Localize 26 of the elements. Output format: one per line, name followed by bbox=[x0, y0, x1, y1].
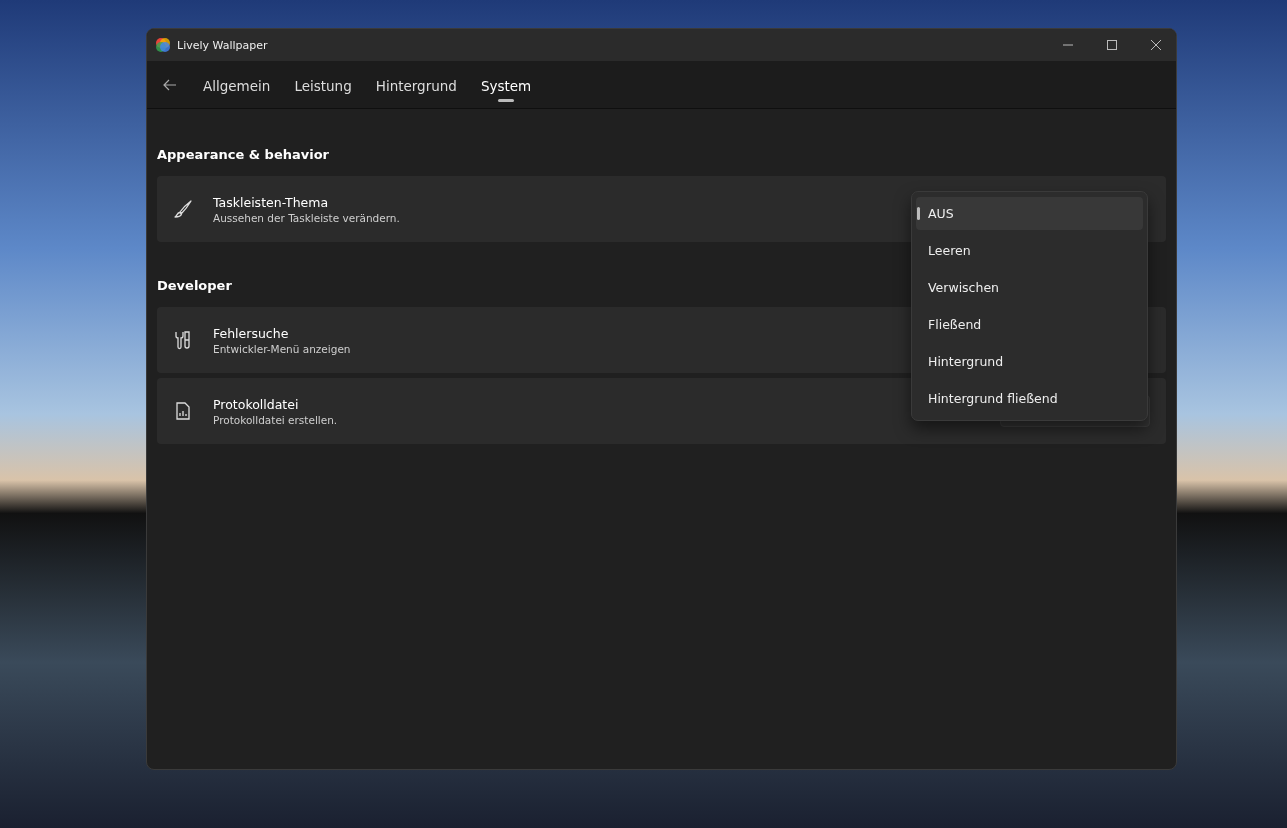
file-chart-icon bbox=[173, 401, 193, 421]
brush-icon bbox=[173, 199, 193, 219]
dropdown-option[interactable]: AUS bbox=[916, 197, 1143, 230]
setting-title: Fehlersuche bbox=[213, 325, 290, 341]
nav-tab[interactable]: Allgemein bbox=[203, 67, 271, 104]
tools-icon bbox=[173, 330, 193, 350]
section-heading: Appearance & behavior bbox=[157, 147, 330, 162]
dropdown-option[interactable]: Hintergrund bbox=[916, 345, 1143, 378]
setting-description: Entwickler-Menü anzeigen bbox=[213, 342, 351, 355]
setting-description: Aussehen der Taskleiste verändern. bbox=[213, 211, 400, 224]
close-icon[interactable] bbox=[1151, 40, 1161, 50]
nav-tab[interactable]: System bbox=[480, 67, 532, 104]
dropdown-option[interactable]: Fließend bbox=[916, 308, 1143, 341]
setting-description: Protokolldatei erstellen. bbox=[213, 413, 338, 426]
dropdown-option[interactable]: Hintergrund fließend bbox=[916, 382, 1143, 415]
dropdown-option[interactable]: Verwischen bbox=[916, 271, 1143, 304]
setting-title: Protokolldatei bbox=[213, 396, 300, 412]
dropdown-option[interactable]: Leeren bbox=[916, 234, 1143, 267]
back-arrow-icon[interactable] bbox=[163, 78, 177, 91]
maximize-icon[interactable] bbox=[1107, 40, 1117, 50]
nav-tab[interactable]: Leistung bbox=[294, 67, 352, 104]
nav-tab[interactable]: Hintergrund bbox=[375, 67, 457, 104]
section-heading: Developer bbox=[157, 278, 232, 293]
setting-title: Taskleisten-Thema bbox=[213, 194, 330, 210]
window-title: Lively Wallpaper bbox=[177, 38, 268, 52]
app-logo-icon bbox=[155, 37, 171, 53]
